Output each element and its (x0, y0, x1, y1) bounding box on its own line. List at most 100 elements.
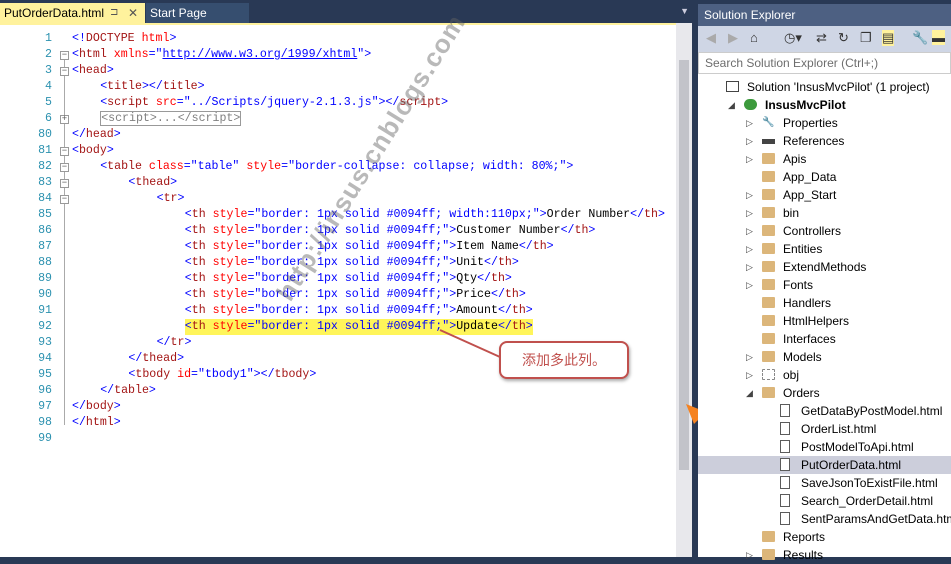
folder-icon (762, 351, 775, 362)
tree-item[interactable]: ▷ Apis (698, 150, 951, 168)
expander-icon[interactable]: ▷ (746, 258, 753, 276)
tree-item-label: Orders (783, 386, 820, 400)
tree-item-label: Apis (783, 152, 807, 166)
tree-item[interactable]: ▷ Models (698, 348, 951, 366)
tree-item-label: Search_OrderDetail.html (801, 494, 934, 508)
show-all-files-icon[interactable]: ▤ (882, 30, 895, 46)
callout-pointer (439, 329, 501, 358)
home-icon[interactable]: ⌂ (750, 30, 758, 45)
properties-icon[interactable]: 🔧 (912, 30, 928, 46)
tree-item[interactable]: ▷ References (698, 132, 951, 150)
tree-item-label: PutOrderData.html (801, 458, 902, 472)
solution-icon (726, 81, 739, 92)
expander-icon[interactable]: ▷ (746, 204, 753, 222)
tree-item-label: OrderList.html (801, 422, 877, 436)
tree-item[interactable]: ▷ Entities (698, 240, 951, 258)
tree-item[interactable]: Search_OrderDetail.html (698, 492, 951, 510)
preview-icon[interactable]: ▬ (932, 30, 945, 45)
expander-icon[interactable]: ◢ (728, 96, 735, 114)
tree-item[interactable]: ▷ obj (698, 366, 951, 384)
tree-item-label: bin (783, 206, 800, 220)
file-icon (780, 422, 790, 435)
search-input[interactable]: Search Solution Explorer (Ctrl+;) (698, 52, 951, 74)
refresh-icon[interactable]: ↻ (838, 30, 849, 46)
sync-icon[interactable]: ⇄ (816, 30, 827, 46)
solution-explorer-toolbar: ◀ ▶ ⌂ ◷▾ ⇄ ↻ ❐ ▤ 🔧 ▬ (698, 26, 951, 52)
folder-icon (762, 153, 775, 164)
folder-icon (762, 207, 775, 218)
expander-icon[interactable]: ▷ (746, 132, 753, 150)
tree-item[interactable]: GetDataByPostModel.html (698, 402, 951, 420)
tree-item[interactable]: ▷ Controllers (698, 222, 951, 240)
file-icon (780, 476, 790, 489)
solution-explorer-title: Solution Explorer (698, 4, 951, 26)
tree-item-label: InsusMvcPilot (765, 98, 846, 112)
solution-tree: Solution 'InsusMvcPilot' (1 project) ◢ Ins… (698, 74, 951, 562)
file-icon (780, 404, 790, 417)
tree-item[interactable]: OrderList.html (698, 420, 951, 438)
history-icon[interactable]: ◷▾ (784, 30, 802, 46)
collapse-all-icon[interactable]: ❐ (860, 30, 872, 46)
folder-icon (762, 261, 775, 272)
tree-item-label: GetDataByPostModel.html (801, 404, 943, 418)
folder-icon (762, 297, 775, 308)
tree-item-label: App_Start (783, 188, 837, 202)
tree-item-label: PostModelToApi.html (801, 440, 914, 454)
tree-item[interactable]: SaveJsonToExistFile.html (698, 474, 951, 492)
expander-icon[interactable]: ▷ (746, 240, 753, 258)
tree-item-label: Properties (783, 116, 838, 130)
wrench-icon: 🔧 (762, 117, 775, 128)
back-icon[interactable]: ◀ (706, 30, 716, 46)
expander-icon[interactable]: ◢ (746, 384, 753, 402)
tree-item[interactable]: ▷ 🔧 Properties (698, 114, 951, 132)
expander-icon[interactable]: ▷ (746, 546, 753, 564)
tree-item-label: obj (783, 368, 800, 382)
solution-explorer: Solution Explorer ◀ ▶ ⌂ ◷▾ ⇄ ↻ ❐ ▤ 🔧 ▬ S… (698, 0, 951, 562)
folder-icon (762, 243, 775, 254)
expander-icon[interactable]: ▷ (746, 114, 753, 132)
tree-item[interactable]: App_Data (698, 168, 951, 186)
tree-item-label: Entities (783, 242, 823, 256)
tree-item[interactable]: ▷ App_Start (698, 186, 951, 204)
expander-icon[interactable]: ▷ (746, 366, 753, 384)
folder-icon (762, 387, 775, 398)
expander-icon[interactable]: ▷ (746, 150, 753, 168)
tree-item-label: Handlers (783, 296, 832, 310)
file-icon (780, 512, 790, 525)
tree-item-label: Solution 'InsusMvcPilot' (1 project) (747, 80, 930, 94)
tree-item[interactable]: Solution 'InsusMvcPilot' (1 project) (698, 78, 951, 96)
tree-item[interactable]: ▷ ExtendMethods (698, 258, 951, 276)
expander-icon[interactable]: ▷ (746, 186, 753, 204)
tree-item-label: SaveJsonToExistFile.html (801, 476, 938, 490)
folder-icon (762, 333, 775, 344)
tree-item[interactable]: ▷ Results (698, 546, 951, 564)
file-icon (780, 440, 790, 453)
expander-icon[interactable]: ▷ (746, 276, 753, 294)
tree-item-label: Interfaces (783, 332, 836, 346)
expander-icon[interactable]: ▷ (746, 222, 753, 240)
tree-item-label: App_Data (783, 170, 837, 184)
tree-item[interactable]: PutOrderData.html (698, 456, 951, 474)
tree-item[interactable]: ▷ bin (698, 204, 951, 222)
folder-icon (762, 171, 775, 182)
tree-item-label: HtmlHelpers (783, 314, 850, 328)
tree-item[interactable]: ◢ InsusMvcPilot (698, 96, 951, 114)
tree-item-label: Results (783, 548, 824, 562)
tree-item[interactable]: Handlers (698, 294, 951, 312)
folder-dashed-icon (762, 369, 775, 380)
tree-item[interactable]: Interfaces (698, 330, 951, 348)
forward-icon[interactable]: ▶ (728, 30, 738, 46)
references-icon (762, 139, 775, 144)
tree-item-label: Fonts (783, 278, 814, 292)
folder-icon (762, 549, 775, 560)
expander-icon[interactable]: ▷ (746, 348, 753, 366)
tree-item[interactable]: ◢ Orders (698, 384, 951, 402)
tree-item-label: Controllers (783, 224, 842, 238)
tree-item[interactable]: Reports (698, 528, 951, 546)
tree-item[interactable]: HtmlHelpers (698, 312, 951, 330)
project-icon (744, 99, 757, 110)
tree-item[interactable]: ▷ Fonts (698, 276, 951, 294)
file-icon (780, 494, 790, 507)
tree-item[interactable]: PostModelToApi.html (698, 438, 951, 456)
tree-item[interactable]: SentParamsAndGetData.html (698, 510, 951, 528)
